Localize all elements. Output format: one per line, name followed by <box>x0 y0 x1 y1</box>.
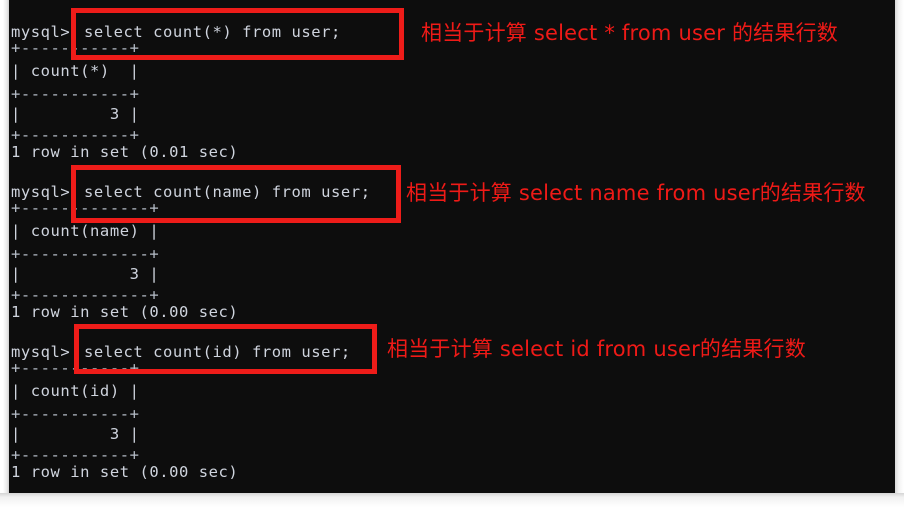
terminal-status-1: 1 row in set (0.01 sec) <box>11 143 239 161</box>
mysql-terminal-window[interactable]: mysql> select count(*) from user; +-----… <box>9 0 895 493</box>
terminal-divider-bottom-3: +-----------+ <box>11 446 140 464</box>
terminal-divider-mid-3: +-----------+ <box>11 405 140 423</box>
annotation-text-3: 相当于计算 select id from user的结果行数 <box>387 337 806 361</box>
terminal-status-3: 1 row in set (0.00 sec) <box>11 463 239 481</box>
terminal-value-row-1: | 3 | <box>11 105 140 123</box>
page-right-margin <box>895 0 904 507</box>
terminal-content: mysql> select count(*) from user; +-----… <box>9 0 895 493</box>
terminal-prompt-2: mysql> <box>11 183 71 201</box>
terminal-header-1: | count(*) | <box>11 62 140 80</box>
terminal-header-2: | count(name) | <box>11 222 160 240</box>
screenshot-root: mysql> select count(*) from user; +-----… <box>0 0 904 507</box>
highlight-box-query-1 <box>71 8 404 60</box>
terminal-value-row-2: | 3 | <box>11 265 160 283</box>
annotation-text-1: 相当于计算 select * from user 的结果行数 <box>421 21 838 45</box>
page-bottom-margin <box>0 493 904 507</box>
highlight-box-query-3 <box>74 324 377 374</box>
terminal-header-3: | count(id) | <box>11 382 140 400</box>
annotation-text-2: 相当于计算 select name from user的结果行数 <box>406 181 866 205</box>
terminal-divider-mid-1: +-----------+ <box>11 85 140 103</box>
terminal-prompt-1: mysql> <box>11 23 71 41</box>
terminal-divider-bottom-2: +-------------+ <box>11 286 160 304</box>
terminal-status-2: 1 row in set (0.00 sec) <box>11 303 239 321</box>
terminal-prompt-3: mysql> <box>11 343 71 361</box>
highlight-box-query-2 <box>71 165 401 223</box>
terminal-divider-bottom-1: +-----------+ <box>11 126 140 144</box>
terminal-value-row-3: | 3 | <box>11 425 140 443</box>
terminal-divider-mid-2: +-------------+ <box>11 245 160 263</box>
